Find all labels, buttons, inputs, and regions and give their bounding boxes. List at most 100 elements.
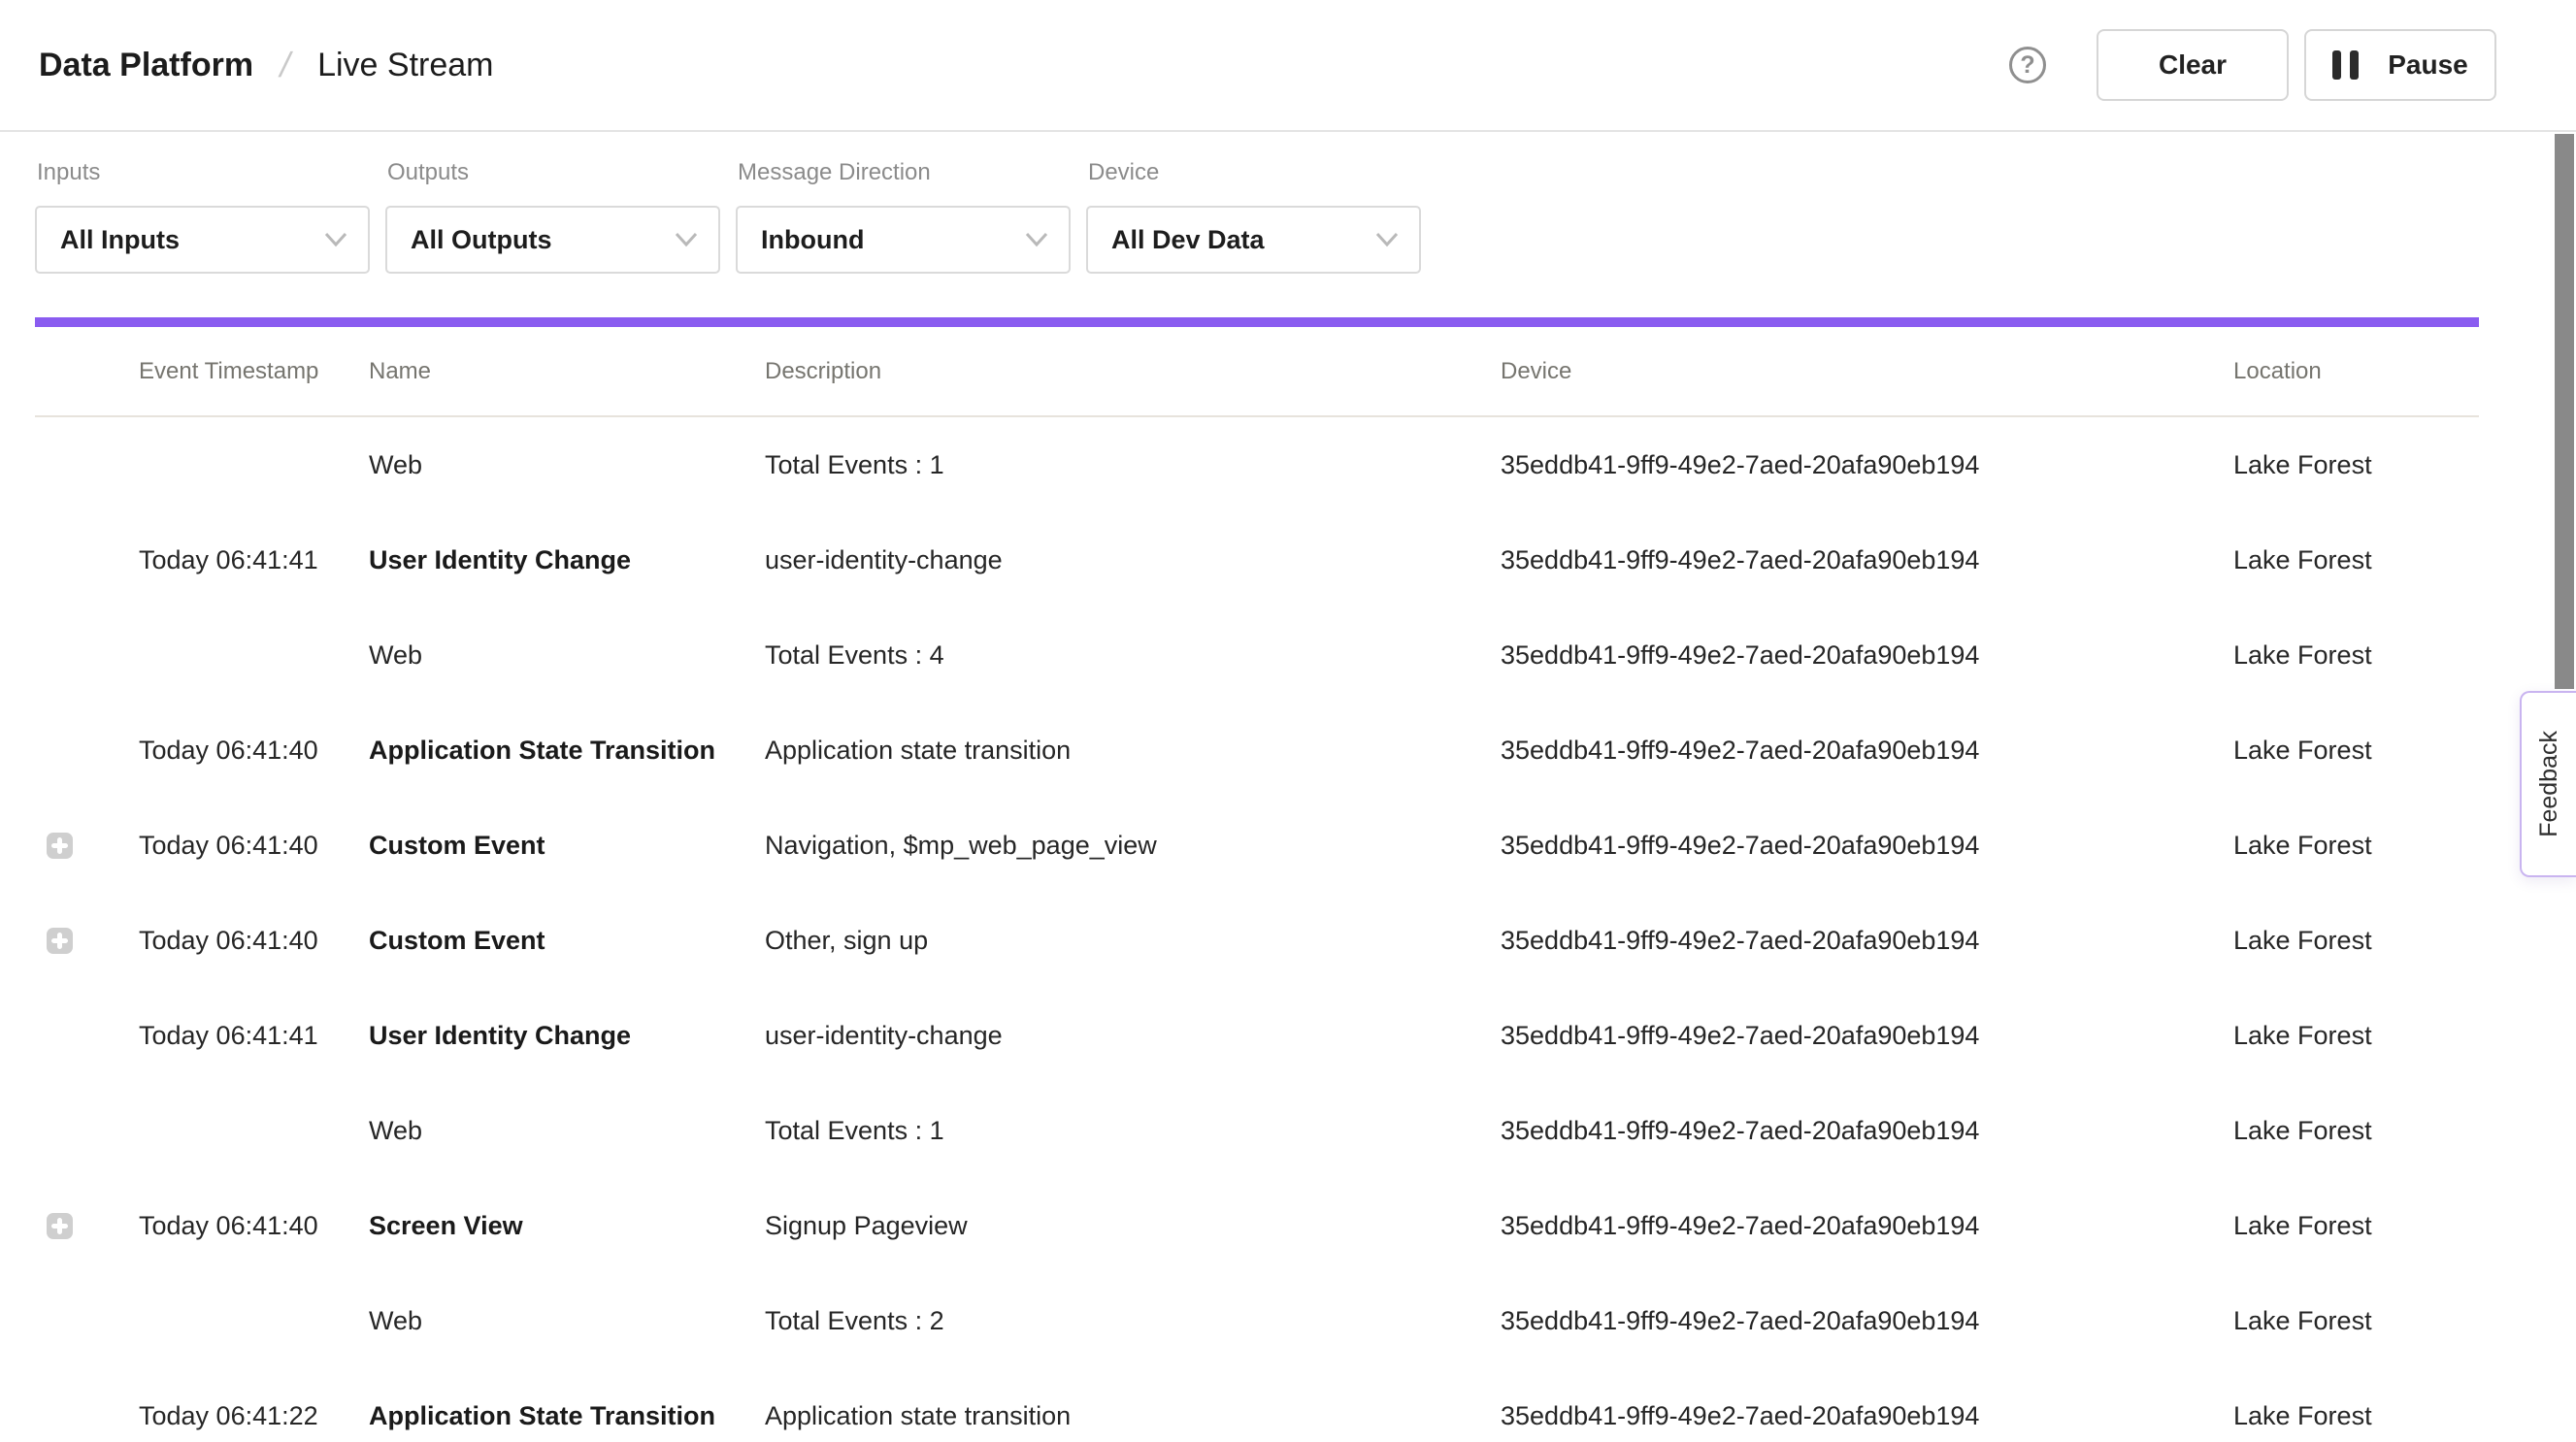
event-location: Lake Forest xyxy=(2233,1020,2479,1051)
event-location: Lake Forest xyxy=(2233,830,2479,861)
pause-button[interactable]: Pause xyxy=(2304,29,2496,101)
event-description: Application state transition xyxy=(765,735,1501,766)
event-row[interactable]: Today 06:41:40 Application State Transit… xyxy=(35,703,2479,798)
column-event-timestamp: Event Timestamp xyxy=(139,358,369,385)
event-device-id: 35eddb41-9ff9-49e2-7aed-20afa90eb194 xyxy=(1501,1305,2233,1336)
expand-cell xyxy=(35,547,139,574)
column-location: Location xyxy=(2233,358,2479,385)
event-location: Lake Forest xyxy=(2233,449,2479,480)
event-timestamp: Today 06:41:40 xyxy=(139,1210,369,1241)
clear-button[interactable]: Clear xyxy=(2097,29,2289,101)
vertical-scrollbar-thumb[interactable] xyxy=(2555,134,2574,689)
event-name: User Identity Change xyxy=(369,1020,765,1051)
event-description: user-identity-change xyxy=(765,544,1501,575)
column-description: Description xyxy=(765,358,1501,385)
event-row[interactable]: Today 06:41:22 Application State Transit… xyxy=(35,1368,2479,1442)
feedback-tab[interactable]: Feedback xyxy=(2520,691,2576,877)
page-title: Live Stream xyxy=(317,47,493,84)
inputs-dropdown[interactable]: All Inputs xyxy=(35,206,370,274)
live-stream-page: Data Platform / Live Stream ? Clear Paus… xyxy=(0,0,2576,1442)
event-timestamp: Today 06:41:22 xyxy=(139,1400,369,1431)
filter-device: Device All Dev Data xyxy=(1086,159,1421,274)
event-device-id: 35eddb41-9ff9-49e2-7aed-20afa90eb194 xyxy=(1501,544,2233,575)
event-name: Web xyxy=(369,1305,765,1336)
event-timestamp: Today 06:41:41 xyxy=(139,544,369,575)
filter-outputs: Outputs All Outputs xyxy=(385,159,720,274)
event-device-id: 35eddb41-9ff9-49e2-7aed-20afa90eb194 xyxy=(1501,830,2233,861)
expand-cell xyxy=(35,1213,139,1239)
event-row[interactable]: Web Total Events : 1 35eddb41-9ff9-49e2-… xyxy=(35,1083,2479,1178)
expand-cell xyxy=(35,452,139,478)
event-description: Total Events : 4 xyxy=(765,639,1501,671)
expand-plus-icon[interactable] xyxy=(47,833,73,859)
event-device-id: 35eddb41-9ff9-49e2-7aed-20afa90eb194 xyxy=(1501,1210,2233,1241)
expand-cell xyxy=(35,642,139,669)
feedback-tab-label: Feedback xyxy=(2535,731,2563,837)
column-device: Device xyxy=(1501,358,2233,385)
event-name: Screen View xyxy=(369,1210,765,1241)
message-direction-dropdown[interactable]: Inbound xyxy=(736,206,1071,274)
event-description: Total Events : 1 xyxy=(765,1115,1501,1146)
event-row[interactable]: Today 06:41:40 Custom Event Other, sign … xyxy=(35,893,2479,988)
event-name: Application State Transition xyxy=(369,1400,765,1431)
event-timestamp: Today 06:41:41 xyxy=(139,1020,369,1051)
event-location: Lake Forest xyxy=(2233,639,2479,671)
filter-outputs-label: Outputs xyxy=(385,159,720,186)
chevron-down-icon xyxy=(1024,232,1049,247)
event-row[interactable]: Web Total Events : 2 35eddb41-9ff9-49e2-… xyxy=(35,1273,2479,1368)
table-header-row: Event Timestamp Name Description Device … xyxy=(35,328,2479,417)
pause-button-label: Pause xyxy=(2388,49,2468,81)
outputs-dropdown[interactable]: All Outputs xyxy=(385,206,720,274)
help-icon[interactable]: ? xyxy=(2009,47,2046,83)
event-location: Lake Forest xyxy=(2233,1210,2479,1241)
event-description: Signup Pageview xyxy=(765,1210,1501,1241)
filter-bar: Inputs All Inputs Outputs All Outputs Me… xyxy=(35,159,1421,274)
event-row[interactable]: Today 06:41:41 User Identity Change user… xyxy=(35,988,2479,1083)
filter-message-direction-label: Message Direction xyxy=(736,159,1071,186)
breadcrumb-data-platform[interactable]: Data Platform xyxy=(39,47,253,84)
event-row[interactable]: Web Total Events : 1 35eddb41-9ff9-49e2-… xyxy=(35,417,2479,512)
chevron-down-icon xyxy=(674,232,699,247)
chevron-down-icon xyxy=(323,232,348,247)
event-row[interactable]: Today 06:41:40 Custom Event Navigation, … xyxy=(35,798,2479,893)
chevron-down-icon xyxy=(1374,232,1400,247)
filter-device-label: Device xyxy=(1086,159,1421,186)
expand-cell xyxy=(35,1403,139,1429)
expand-cell xyxy=(35,1308,139,1334)
breadcrumb: Data Platform / Live Stream xyxy=(39,45,493,85)
device-dropdown-value: All Dev Data xyxy=(1111,225,1265,255)
event-location: Lake Forest xyxy=(2233,735,2479,766)
event-location: Lake Forest xyxy=(2233,1305,2479,1336)
breadcrumb-separator: / xyxy=(277,45,295,85)
event-device-id: 35eddb41-9ff9-49e2-7aed-20afa90eb194 xyxy=(1501,1400,2233,1431)
event-timestamp: Today 06:41:40 xyxy=(139,830,369,861)
expand-cell xyxy=(35,1118,139,1144)
event-description: Total Events : 1 xyxy=(765,449,1501,480)
event-row[interactable]: Today 06:41:41 User Identity Change user… xyxy=(35,512,2479,607)
top-bar: Data Platform / Live Stream ? Clear Paus… xyxy=(0,0,2576,132)
outputs-dropdown-value: All Outputs xyxy=(411,225,551,255)
event-description: Navigation, $mp_web_page_view xyxy=(765,830,1501,861)
event-name: Web xyxy=(369,639,765,671)
top-bar-actions: ? Clear Pause xyxy=(2009,29,2496,101)
expand-plus-icon[interactable] xyxy=(47,1213,73,1239)
event-device-id: 35eddb41-9ff9-49e2-7aed-20afa90eb194 xyxy=(1501,1020,2233,1051)
inputs-dropdown-value: All Inputs xyxy=(60,225,180,255)
event-row[interactable]: Today 06:41:40 Screen View Signup Pagevi… xyxy=(35,1178,2479,1273)
expand-cell xyxy=(35,833,139,859)
event-device-id: 35eddb41-9ff9-49e2-7aed-20afa90eb194 xyxy=(1501,925,2233,956)
filter-inputs-label: Inputs xyxy=(35,159,370,186)
pause-icon xyxy=(2332,50,2359,80)
column-name: Name xyxy=(369,358,765,385)
message-direction-dropdown-value: Inbound xyxy=(761,225,864,255)
device-dropdown[interactable]: All Dev Data xyxy=(1086,206,1421,274)
expand-cell xyxy=(35,1023,139,1049)
event-timestamp: Today 06:41:40 xyxy=(139,925,369,956)
event-row[interactable]: Web Total Events : 4 35eddb41-9ff9-49e2-… xyxy=(35,607,2479,703)
event-name: User Identity Change xyxy=(369,544,765,575)
expand-plus-icon[interactable] xyxy=(47,928,73,954)
event-device-id: 35eddb41-9ff9-49e2-7aed-20afa90eb194 xyxy=(1501,735,2233,766)
event-device-id: 35eddb41-9ff9-49e2-7aed-20afa90eb194 xyxy=(1501,639,2233,671)
event-location: Lake Forest xyxy=(2233,1400,2479,1431)
event-description: user-identity-change xyxy=(765,1020,1501,1051)
